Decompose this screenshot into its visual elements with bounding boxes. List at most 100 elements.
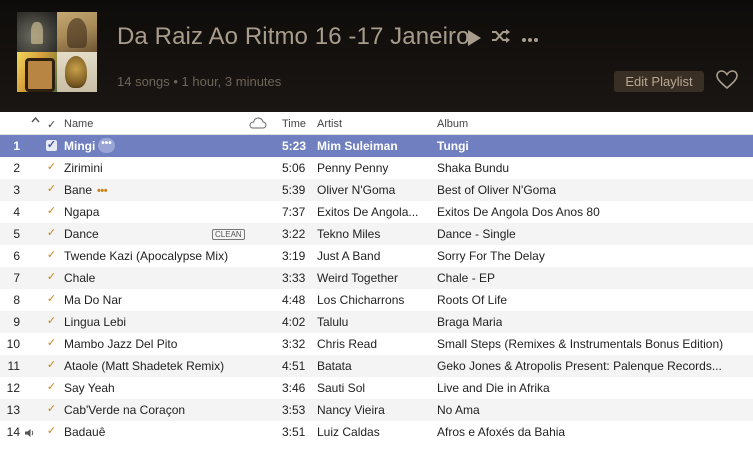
table-row[interactable]: 9 ✓ Lingua Lebi 4:02 Talulu Braga Maria: [0, 311, 753, 333]
track-time: 3:51: [282, 425, 306, 439]
table-row[interactable]: 14 ✓ Badauê 3:51 Luiz Caldas Afros e Afo…: [0, 421, 753, 443]
track-more-button[interactable]: •••: [97, 185, 108, 197]
table-row[interactable]: 7 ✓ Chale 3:33 Weird Together Chale - EP: [0, 267, 753, 289]
track-artist[interactable]: Nancy Vieira: [317, 403, 385, 417]
track-checkbox[interactable]: ✓: [46, 294, 57, 305]
edit-playlist-button[interactable]: Edit Playlist: [614, 71, 704, 92]
track-number: 8: [13, 293, 20, 307]
track-name: Badauê: [64, 425, 106, 439]
track-artist[interactable]: Los Chicharrons: [317, 293, 404, 307]
track-checkbox[interactable]: ✓: [46, 404, 57, 415]
track-time: 5:06: [282, 161, 306, 175]
track-time: 3:33: [282, 271, 306, 285]
track-number: 3: [13, 183, 20, 197]
table-row[interactable]: 8 ✓ Ma Do Nar 4:48 Los Chicharrons Roots…: [0, 289, 753, 311]
table-row[interactable]: 6 ✓ Twende Kazi (Apocalypse Mix) 3:19 Ju…: [0, 245, 753, 267]
track-album[interactable]: Afros e Afoxés da Bahia: [437, 425, 565, 439]
album-art-1: [17, 12, 57, 52]
track-artist[interactable]: Talulu: [317, 315, 348, 329]
track-name: Zirimini: [64, 161, 103, 175]
track-list: 1 ✓ Mingi ••• 5:23 Mim Suleiman Tungi 2 …: [0, 135, 753, 443]
track-artist[interactable]: Oliver N'Goma: [317, 183, 395, 197]
track-name: Cab'Verde na Coraçon: [64, 403, 186, 417]
more-icon[interactable]: [521, 26, 539, 49]
column-album[interactable]: Album: [437, 118, 468, 130]
track-checkbox[interactable]: ✓: [46, 360, 57, 371]
track-name-cell: Bane •••: [64, 183, 108, 197]
track-checkbox[interactable]: ✓: [46, 272, 57, 283]
track-album[interactable]: Tungi: [437, 139, 469, 153]
track-checkbox[interactable]: ✓: [46, 206, 57, 217]
album-art-3: [17, 52, 57, 92]
track-album[interactable]: Roots Of Life: [437, 293, 507, 307]
table-row[interactable]: 1 ✓ Mingi ••• 5:23 Mim Suleiman Tungi: [0, 135, 753, 157]
track-album[interactable]: Live and Die in Afrika: [437, 381, 550, 395]
heart-icon[interactable]: [716, 70, 738, 95]
table-row[interactable]: 4 ✓ Ngapa 7:37 Exitos De Angola... Exito…: [0, 201, 753, 223]
track-checkbox[interactable]: ✓: [46, 228, 57, 239]
column-header: ✓ Name Time Artist Album: [0, 113, 753, 135]
track-number: 9: [13, 315, 20, 329]
track-artist[interactable]: Exitos De Angola...: [317, 205, 418, 219]
track-album[interactable]: Chale - EP: [437, 271, 495, 285]
track-artist[interactable]: Batata: [317, 359, 352, 373]
shuffle-icon[interactable]: [491, 29, 511, 48]
play-icon[interactable]: [468, 30, 481, 46]
track-time: 4:48: [282, 293, 306, 307]
table-row[interactable]: 3 ✓ Bane ••• 5:39 Oliver N'Goma Best of O…: [0, 179, 753, 201]
playlist-subtitle: 14 songs • 1 hour, 3 minutes: [117, 74, 282, 89]
track-artist[interactable]: Weird Together: [317, 271, 398, 285]
track-checkbox[interactable]: ✓: [46, 162, 57, 173]
track-number: 13: [6, 403, 20, 417]
track-checkbox[interactable]: ✓: [46, 426, 57, 437]
track-number: 6: [13, 249, 20, 263]
track-album[interactable]: No Ama: [437, 403, 480, 417]
track-artist[interactable]: Sauti Sol: [317, 381, 365, 395]
track-number: 11: [7, 359, 20, 373]
track-album[interactable]: Exitos De Angola Dos Anos 80: [437, 205, 600, 219]
track-checkbox[interactable]: ✓: [46, 382, 57, 393]
track-checkbox[interactable]: ✓: [46, 184, 57, 195]
table-row[interactable]: 12 ✓ Say Yeah 3:46 Sauti Sol Live and Di…: [0, 377, 753, 399]
track-checkbox[interactable]: ✓: [46, 250, 57, 261]
track-artist[interactable]: Chris Read: [317, 337, 377, 351]
track-album[interactable]: Geko Jones & Atropolis Present: Palenque…: [437, 359, 722, 373]
column-time[interactable]: Time: [282, 118, 306, 130]
track-album[interactable]: Braga Maria: [437, 315, 502, 329]
table-row[interactable]: 2 ✓ Zirimini 5:06 Penny Penny Shaka Bund…: [0, 157, 753, 179]
table-row[interactable]: 11 ✓ Ataole (Matt Shadetek Remix) 4:51 B…: [0, 355, 753, 377]
track-checkbox[interactable]: ✓: [46, 316, 57, 327]
track-name: Lingua Lebi: [64, 315, 127, 329]
track-artist[interactable]: Penny Penny: [317, 161, 388, 175]
track-name: Bane: [64, 183, 93, 197]
track-artist[interactable]: Mim Suleiman: [317, 139, 398, 153]
track-album[interactable]: Shaka Bundu: [437, 161, 509, 175]
track-album[interactable]: Sorry For The Delay: [437, 249, 545, 263]
column-name[interactable]: Name: [64, 118, 93, 130]
track-name: Dance: [64, 227, 99, 241]
track-album[interactable]: Best of Oliver N'Goma: [437, 183, 556, 197]
column-artist[interactable]: Artist: [317, 118, 342, 130]
track-time: 3:22: [282, 227, 306, 241]
track-artist[interactable]: Luiz Caldas: [317, 425, 380, 439]
track-number: 4: [13, 205, 20, 219]
track-time: 5:39: [282, 183, 306, 197]
table-row[interactable]: 13 ✓ Cab'Verde na Coraçon 3:53 Nancy Vie…: [0, 399, 753, 421]
track-artist[interactable]: Just A Band: [317, 249, 380, 263]
column-check[interactable]: ✓: [47, 118, 56, 131]
track-more-button[interactable]: •••: [98, 138, 115, 153]
sort-icon[interactable]: [31, 116, 40, 128]
track-album[interactable]: Dance - Single: [437, 227, 516, 241]
track-time: 4:51: [282, 359, 306, 373]
track-album[interactable]: Small Steps (Remixes & Instrumentals Bon…: [437, 337, 723, 351]
track-name: Say Yeah: [64, 381, 115, 395]
track-artist[interactable]: Tekno Miles: [317, 227, 380, 241]
cloud-icon[interactable]: [249, 117, 267, 132]
playlist-artwork[interactable]: [17, 12, 97, 92]
playlist-header: Da Raiz Ao Ritmo 16 -17 Janeiro 14 songs…: [0, 0, 753, 112]
table-row[interactable]: 10 ✓ Mambo Jazz Del Pito 3:32 Chris Read…: [0, 333, 753, 355]
track-name: Ngapa: [64, 205, 100, 219]
track-checkbox[interactable]: ✓: [46, 140, 57, 151]
track-checkbox[interactable]: ✓: [46, 338, 57, 349]
table-row[interactable]: 5 ✓ Dance CLEAN 3:22 Tekno Miles Dance -…: [0, 223, 753, 245]
